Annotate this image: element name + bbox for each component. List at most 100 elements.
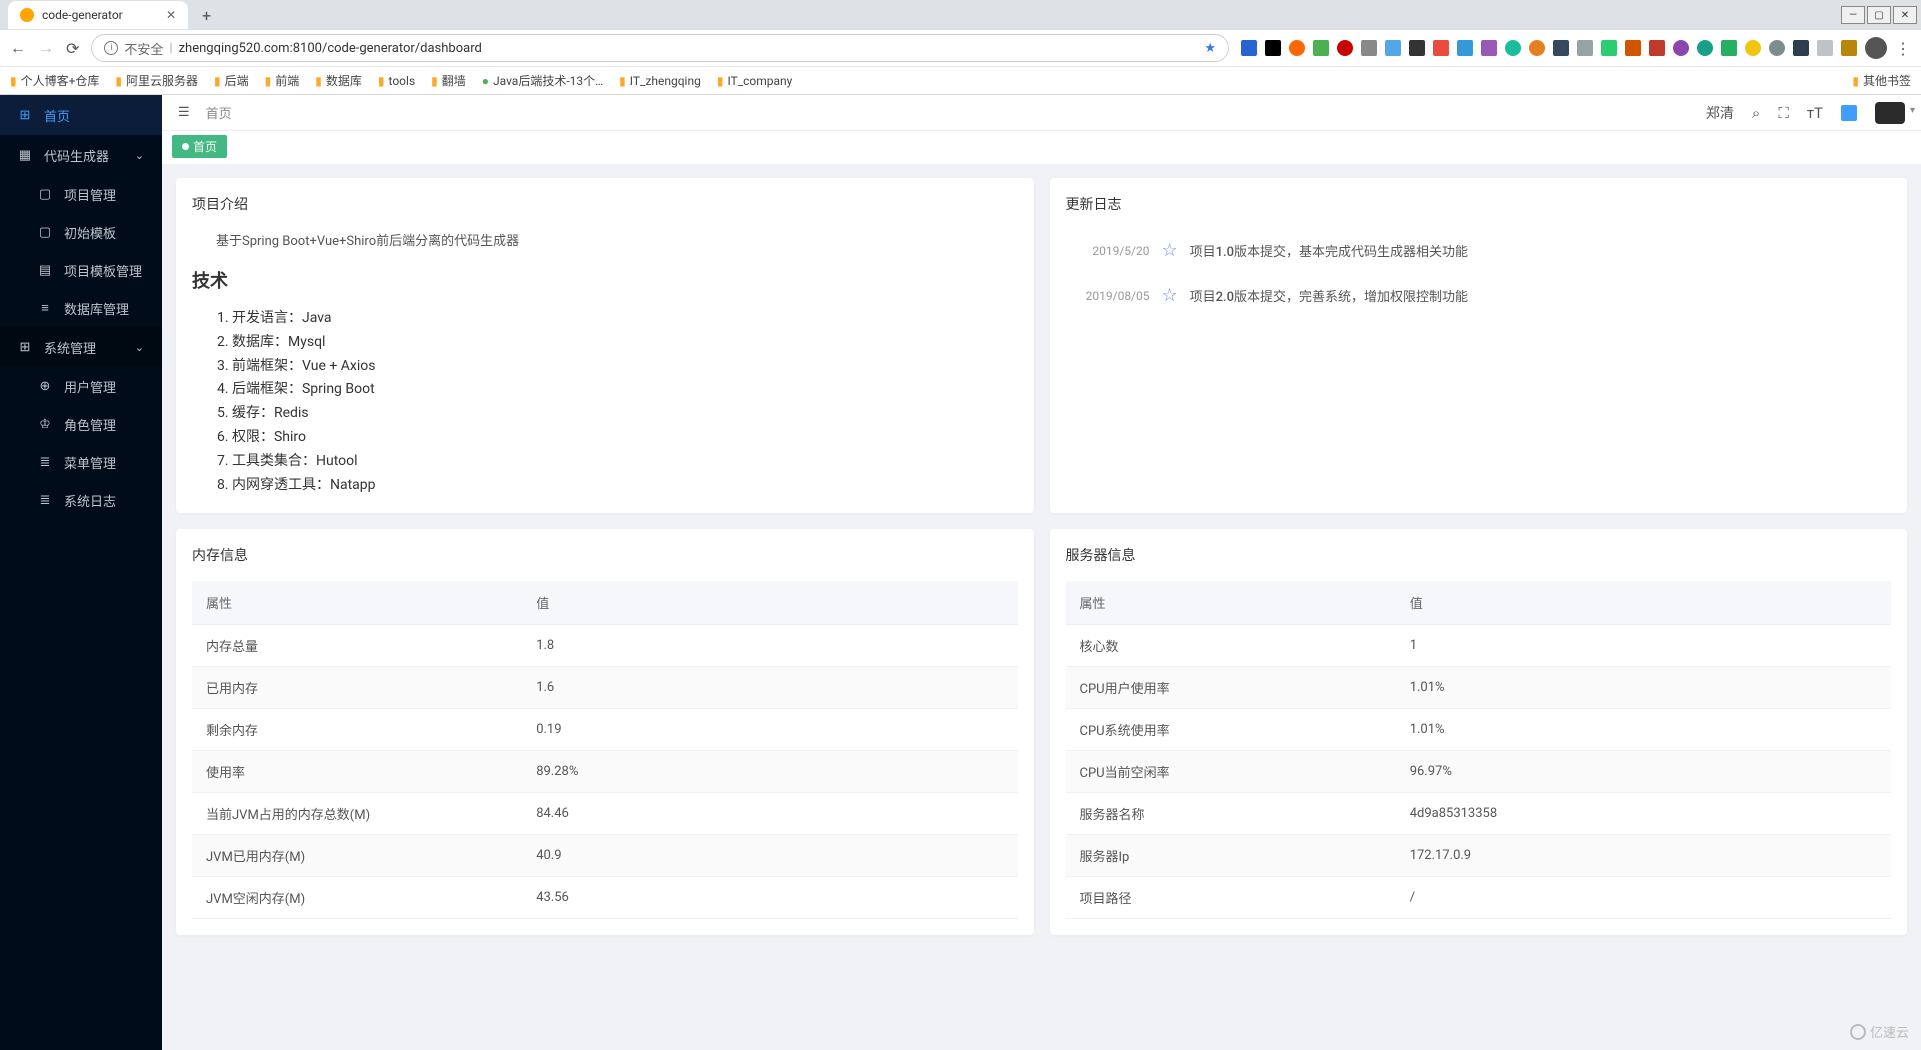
bookmark-item[interactable]: ▮阿里云服务器 (115, 72, 198, 89)
sidebar-item-init-template[interactable]: ▢ 初始模板 (0, 213, 162, 251)
ext-icon[interactable] (1529, 40, 1545, 56)
top-bar: ☰ 首页 郑清 ⌕ ⛶ тT (162, 95, 1921, 131)
ext-icon[interactable] (1313, 40, 1329, 56)
table-cell-val: 4d9a85313358 (1396, 793, 1891, 835)
tech-list: 开发语言：Java 数据库：Mysql 前端框架：Vue + Axios 后端框… (192, 307, 1018, 497)
bookmark-item[interactable]: ▮IT_company (717, 74, 793, 88)
browser-tab[interactable]: code-generator ✕ (8, 1, 188, 29)
search-icon[interactable]: ⌕ (1752, 104, 1760, 122)
ext-icon[interactable] (1793, 40, 1809, 56)
user-menu[interactable] (1875, 102, 1905, 124)
new-tab-button[interactable]: + (192, 6, 221, 25)
sidebar-item-home[interactable]: ⊞ 首页 (0, 95, 162, 135)
ext-icon[interactable] (1817, 40, 1833, 56)
bookmark-item[interactable]: ▮个人博客+仓库 (10, 72, 99, 89)
sidebar-item-project-mgmt[interactable]: ▢ 项目管理 (0, 175, 162, 213)
reload-button[interactable]: ⟳ (66, 39, 79, 58)
sidebar-item-template-mgmt[interactable]: ▤ 项目模板管理 (0, 251, 162, 289)
folder-icon: ▮ (115, 74, 122, 88)
font-size-icon[interactable]: тT (1807, 104, 1823, 122)
app: ⊞ 首页 ▦ 代码生成器 ⌄ ▢ 项目管理 ▢ 初始模板 ▤ 项目模板管理 ≡ … (0, 95, 1921, 1050)
profile-avatar[interactable] (1865, 37, 1887, 59)
back-button[interactable]: ← (10, 38, 26, 58)
ext-icon[interactable] (1433, 40, 1449, 56)
ext-icon[interactable] (1265, 40, 1281, 56)
ext-icon[interactable] (1673, 40, 1689, 56)
ext-icon[interactable] (1745, 40, 1761, 56)
menu-icon[interactable]: ⋮ (1895, 39, 1911, 58)
sidebar-item-system[interactable]: ⊞ 系统管理 ⌄ (0, 327, 162, 367)
table-row: 项目路径/ (1066, 877, 1892, 919)
sidebar-item-user-mgmt[interactable]: ⊕ 用户管理 (0, 367, 162, 405)
forward-button[interactable]: → (38, 38, 54, 58)
folder-icon: ▮ (717, 74, 724, 88)
folder-icon: ▮ (265, 74, 272, 88)
content[interactable]: 项目介绍 基于Spring Boot+Vue+Shiro前后端分离的代码生成器 … (162, 164, 1921, 1050)
table-cell-attr: CPU用户使用率 (1066, 667, 1396, 709)
hamburger-icon[interactable]: ☰ (178, 105, 190, 120)
theme-toggle[interactable] (1841, 105, 1857, 121)
user-name: 郑清 (1706, 103, 1734, 123)
tech-item: 数据库：Mysql (232, 331, 1018, 355)
bookmark-star-icon[interactable]: ★ (1204, 41, 1216, 56)
info-icon[interactable]: i (104, 41, 118, 55)
ext-icon[interactable] (1409, 40, 1425, 56)
ext-icon[interactable] (1481, 40, 1497, 56)
bookmark-item[interactable]: ▮前端 (265, 72, 300, 89)
memory-card: 内存信息 属性 值 内存总量1.8已用内存1.6剩余内存0.19使用率89.28… (176, 529, 1034, 935)
image-icon: ▢ (38, 225, 52, 240)
ext-icon[interactable] (1841, 40, 1857, 56)
address-bar[interactable]: i 不安全 | zhengqing520.com:8100/code-gener… (91, 34, 1229, 62)
sidebar-item-role-mgmt[interactable]: ♔ 角色管理 (0, 405, 162, 443)
ext-icon[interactable] (1721, 40, 1737, 56)
ext-icon[interactable] (1289, 40, 1305, 56)
page-tab-home[interactable]: 首页 (172, 135, 227, 158)
tech-item: 内网穿透工具：Natapp (232, 474, 1018, 498)
table-cell-val: 0.19 (522, 709, 1017, 751)
bookmark-item[interactable]: ▮数据库 (315, 72, 362, 89)
table-cell-val: / (1396, 877, 1891, 919)
ext-icon[interactable] (1601, 40, 1617, 56)
address-url: zhengqing520.com:8100/code-generator/das… (179, 41, 482, 56)
ext-icon[interactable] (1553, 40, 1569, 56)
ext-icon[interactable] (1361, 40, 1377, 56)
sidebar-item-codegen[interactable]: ▦ 代码生成器 ⌄ (0, 135, 162, 175)
ext-icon[interactable] (1649, 40, 1665, 56)
table-cell-val: 96.97% (1396, 751, 1891, 793)
fullscreen-icon[interactable]: ⛶ (1778, 104, 1789, 122)
ext-icon[interactable] (1577, 40, 1593, 56)
user-icon: ⊕ (38, 379, 52, 394)
folder-icon: ▮ (1852, 74, 1859, 88)
folder-icon: ▤ (38, 263, 52, 278)
sidebar-item-database-mgmt[interactable]: ≡ 数据库管理 (0, 289, 162, 327)
maximize-button[interactable]: ▢ (1867, 6, 1891, 24)
close-icon[interactable]: ✕ (166, 8, 176, 22)
sidebar-item-menu-mgmt[interactable]: ≣ 菜单管理 (0, 443, 162, 481)
table-row: 已用内存1.6 (192, 667, 1018, 709)
ext-icon[interactable] (1505, 40, 1521, 56)
bookmark-bar: ▮个人博客+仓库 ▮阿里云服务器 ▮后端 ▮前端 ▮数据库 ▮tools ▮翻墙… (0, 66, 1921, 94)
sidebar-item-system-log[interactable]: ≣ 系统日志 (0, 481, 162, 519)
tech-item: 工具类集合：Hutool (232, 450, 1018, 474)
ext-icon[interactable] (1625, 40, 1641, 56)
bookmark-item[interactable]: ▮后端 (214, 72, 249, 89)
bookmark-item[interactable]: ▮翻墙 (431, 72, 466, 89)
ext-icon[interactable] (1457, 40, 1473, 56)
other-bookmarks[interactable]: ▮其他书签 (1852, 72, 1911, 89)
close-button[interactable]: ✕ (1893, 6, 1917, 24)
minimize-button[interactable]: — (1841, 6, 1865, 24)
bookmark-item[interactable]: ●Java后端技术-13个… (482, 72, 603, 89)
ext-icon[interactable] (1337, 40, 1353, 56)
ext-icon[interactable] (1769, 40, 1785, 56)
bookmark-item[interactable]: ▮IT_zhengqing (619, 74, 701, 88)
folder-icon: ▮ (378, 74, 385, 88)
table-cell-attr: 当前JVM占用的内存总数(M) (192, 793, 522, 835)
ext-icon[interactable] (1385, 40, 1401, 56)
table-cell-attr: JVM已用内存(M) (192, 835, 522, 877)
ext-icon[interactable] (1241, 40, 1257, 56)
timeline: 2019/5/20 ☆ 项目1.0版本提交，基本完成代码生成器相关功能 2019… (1066, 230, 1892, 340)
timeline-item: 2019/5/20 ☆ 项目1.0版本提交，基本完成代码生成器相关功能 (1086, 240, 1872, 261)
ext-icon[interactable] (1697, 40, 1713, 56)
bookmark-item[interactable]: ▮tools (378, 74, 415, 88)
server-table: 属性 值 核心数1CPU用户使用率1.01%CPU系统使用率1.01%CPU当前… (1066, 581, 1892, 919)
